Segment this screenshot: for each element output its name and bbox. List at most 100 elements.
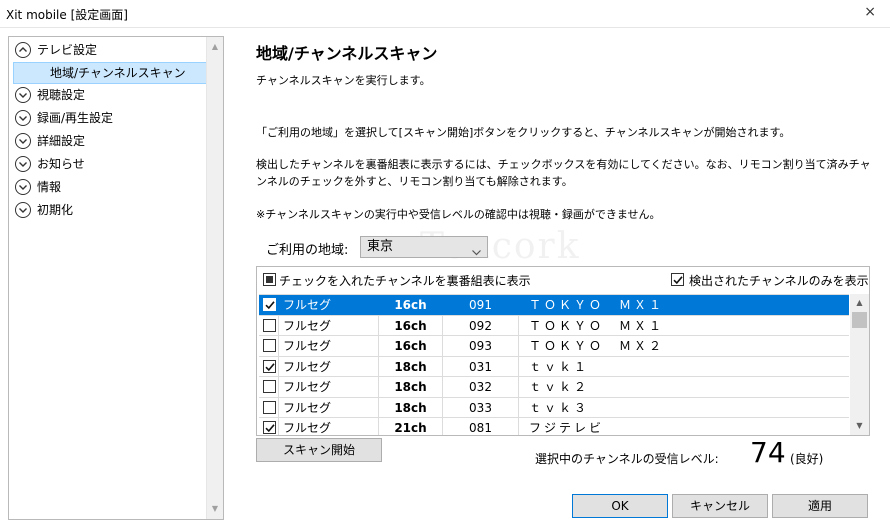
cell-type: フルセグ	[279, 397, 379, 418]
tree-item-label: 情報	[37, 180, 62, 194]
chevron-down-icon[interactable]	[15, 179, 31, 195]
settings-sidebar: テレビ設定 地域/チャンネルスキャン 視聴設定 録画/再生設定 詳細設定 お知ら…	[8, 36, 224, 520]
show-in-guide-toggle[interactable]	[263, 273, 276, 286]
detected-only-label: 検出されたチャンネルのみを表示	[689, 274, 869, 288]
cell-station-name: フジテレビ	[529, 421, 605, 435]
channel-list-header: チェックを入れたチャンネルを裏番組表に表示 検出されたチャンネルのみを表示	[257, 267, 869, 293]
tree-item-notices[interactable]: お知らせ	[9, 153, 207, 176]
cell-service-id: 032	[443, 377, 519, 397]
cell-service-id: 091	[443, 295, 519, 315]
channel-list-scrollbar[interactable]: ▲ ▼	[850, 294, 869, 435]
chevron-down-icon[interactable]	[15, 110, 31, 126]
table-row[interactable]: フルセグ 16ch 092 ＴＯＫＹＯ ＭＸ１	[259, 315, 849, 336]
cell-channel: 18ch	[379, 397, 443, 418]
tree-item-tv-settings[interactable]: テレビ設定	[9, 39, 207, 62]
row-checkbox-cell	[259, 336, 279, 356]
cell-station-name: ｔｖｋ３	[529, 400, 590, 415]
cell-type: フルセグ	[279, 295, 379, 315]
tree-item-region-channel-scan[interactable]: 地域/チャンネルスキャン	[13, 62, 207, 84]
scroll-down-icon[interactable]: ▼	[207, 501, 223, 517]
cell-station-name: ｔｖｋ１	[529, 359, 590, 374]
cell-channel: 16ch	[379, 295, 443, 315]
ok-button[interactable]: OK	[572, 494, 668, 518]
region-select[interactable]: 東京	[360, 236, 488, 258]
cell-channel: 16ch	[379, 315, 443, 336]
scroll-thumb[interactable]	[852, 312, 867, 328]
scan-start-button[interactable]: スキャン開始	[256, 438, 382, 462]
chevron-up-icon[interactable]	[15, 42, 31, 58]
table-row[interactable]: フルセグ 21ch 081 フジテレビ	[259, 418, 849, 435]
cell-type: フルセグ	[279, 356, 379, 377]
row-checkbox-cell	[259, 418, 279, 435]
scroll-up-icon[interactable]: ▲	[207, 39, 223, 55]
chevron-down-icon[interactable]	[15, 202, 31, 218]
intro-text: チャンネルスキャンを実行します。	[256, 74, 431, 87]
title-bar: Xit mobile [設定画面] ×	[0, 0, 890, 28]
cell-type: フルセグ	[279, 336, 379, 356]
row-checkbox[interactable]	[263, 421, 276, 434]
cell-service-id: 031	[443, 356, 519, 377]
tree-item-label: お知らせ	[37, 157, 85, 171]
scroll-up-icon[interactable]: ▲	[850, 295, 869, 311]
tree-item-reset[interactable]: 初期化	[9, 199, 207, 222]
apply-button[interactable]: 適用	[772, 494, 868, 518]
table-row[interactable]: フルセグ 18ch 033 ｔｖｋ３	[259, 397, 849, 418]
cell-channel: 18ch	[379, 356, 443, 377]
chevron-down-icon[interactable]	[15, 87, 31, 103]
cell-channel: 21ch	[379, 418, 443, 435]
chevron-down-icon[interactable]	[15, 133, 31, 149]
sidebar-scrollbar[interactable]: ▲ ▼	[206, 37, 223, 519]
page-title: 地域/チャンネルスキャン	[256, 44, 438, 63]
cell-type: フルセグ	[279, 315, 379, 336]
row-checkbox-cell	[259, 315, 279, 336]
cell-station-name: ＴＯＫＹＯ ＭＸ２	[529, 339, 665, 353]
tree-item-info[interactable]: 情報	[9, 176, 207, 199]
checkbox-help-text: 検出したチャンネルを裏番組表に表示するには、チェックボックスを有効にしてください…	[256, 158, 871, 188]
tree-item-label: テレビ設定	[37, 43, 98, 57]
region-label: ご利用の地域:	[266, 243, 349, 258]
row-checkbox[interactable]	[263, 380, 276, 393]
row-checkbox-cell	[259, 377, 279, 397]
cell-service-id: 033	[443, 397, 519, 418]
cell-channel: 16ch	[379, 336, 443, 356]
window-title: Xit mobile [設定画面]	[6, 8, 128, 22]
signal-level-label: 選択中のチャンネルの受信レベル:	[535, 452, 719, 466]
table-row[interactable]: フルセグ 18ch 031 ｔｖｋ１	[259, 356, 849, 377]
row-checkbox-cell	[259, 356, 279, 377]
signal-level-value: 74	[750, 436, 786, 469]
tree-item-advanced-settings[interactable]: 詳細設定	[9, 130, 207, 153]
channel-list: フルセグ 16ch 091 ＴＯＫＹＯ ＭＸ１ フルセグ 16ch 092 ＴＯ…	[259, 294, 849, 435]
row-checkbox[interactable]	[263, 359, 276, 373]
row-checkbox[interactable]	[263, 298, 276, 311]
cell-station-name: ＴＯＫＹＯ ＭＸ１	[529, 298, 665, 312]
table-row[interactable]: フルセグ 16ch 093 ＴＯＫＹＯ ＭＸ２	[259, 336, 849, 357]
tree-item-label: 地域/チャンネルスキャン	[50, 66, 186, 80]
detected-only-checkbox[interactable]	[671, 273, 684, 286]
tree-item-recording-settings[interactable]: 録画/再生設定	[9, 107, 207, 130]
table-row[interactable]: フルセグ 16ch 091 ＴＯＫＹＯ ＭＸ１	[259, 295, 849, 316]
chevron-down-icon	[472, 243, 481, 263]
channel-list-panel: チェックを入れたチャンネルを裏番組表に表示 検出されたチャンネルのみを表示 フル…	[256, 266, 870, 436]
cell-type: フルセグ	[279, 377, 379, 397]
show-in-guide-label: チェックを入れたチャンネルを裏番組表に表示	[279, 274, 531, 288]
row-checkbox[interactable]	[263, 339, 276, 352]
close-icon[interactable]: ×	[864, 4, 876, 20]
cell-service-id: 093	[443, 336, 519, 356]
cell-service-id: 092	[443, 315, 519, 336]
chevron-down-icon[interactable]	[15, 156, 31, 172]
row-checkbox[interactable]	[263, 318, 276, 332]
scroll-down-icon[interactable]: ▼	[850, 418, 869, 434]
row-checkbox-cell	[259, 295, 279, 315]
row-checkbox-cell	[259, 397, 279, 418]
table-row[interactable]: フルセグ 18ch 032 ｔｖｋ２	[259, 377, 849, 398]
cell-type: フルセグ	[279, 418, 379, 435]
instruction-text: 「ご利用の地域」を選択して[スキャン開始]ボタンをクリックすると、チャンネルスキ…	[256, 126, 791, 139]
signal-level-status: (良好)	[790, 452, 824, 466]
cancel-button[interactable]: キャンセル	[672, 494, 768, 518]
cell-service-id: 081	[443, 418, 519, 435]
tree-item-viewing-settings[interactable]: 視聴設定	[9, 84, 207, 107]
settings-tree: テレビ設定 地域/チャンネルスキャン 視聴設定 録画/再生設定 詳細設定 お知ら…	[9, 39, 207, 222]
warning-text: ※チャンネルスキャンの実行中や受信レベルの確認中は視聴・録画ができません。	[256, 208, 661, 221]
row-checkbox[interactable]	[263, 400, 276, 414]
cell-station-name: ＴＯＫＹＯ ＭＸ１	[529, 318, 665, 333]
